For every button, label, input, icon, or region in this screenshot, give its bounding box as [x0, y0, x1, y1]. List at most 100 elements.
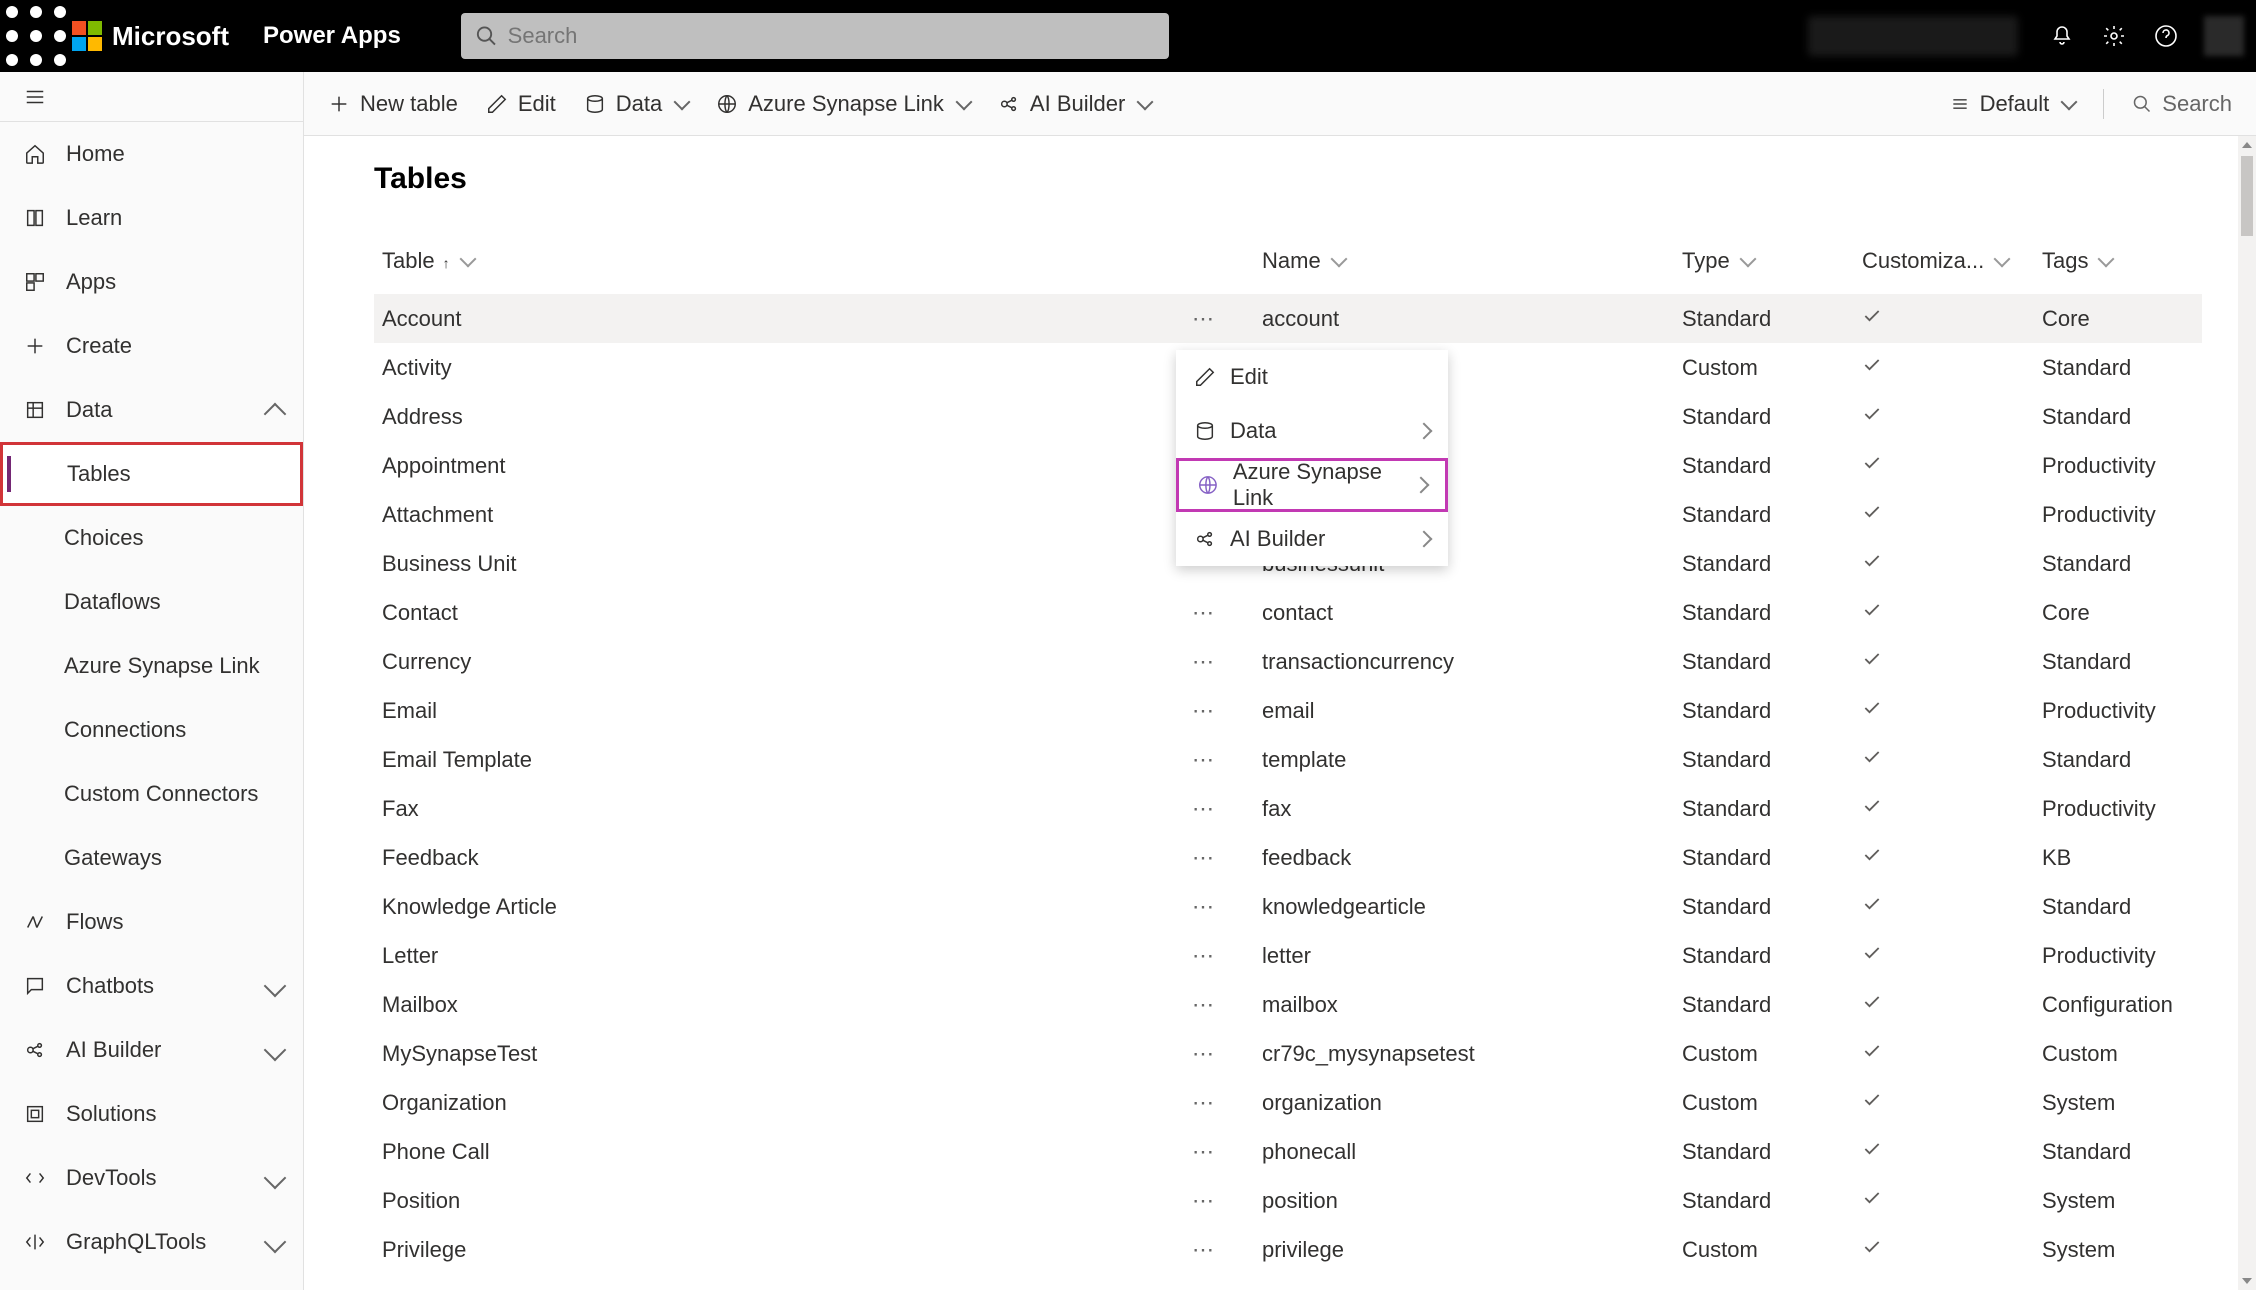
more-actions-icon[interactable]: ⋯ [1192, 796, 1246, 822]
more-actions-icon[interactable]: ⋯ [1192, 845, 1246, 871]
cell-name: mailbox [1254, 980, 1674, 1029]
new-table-button[interactable]: New table [328, 91, 458, 117]
edit-label: Edit [518, 91, 556, 117]
more-actions-icon[interactable]: ⋯ [1192, 306, 1246, 332]
more-actions-icon[interactable]: ⋯ [1192, 698, 1246, 724]
sidebar-subitem-dataflows[interactable]: Dataflows [0, 570, 303, 634]
cell-table: Account [382, 306, 462, 332]
context-edit-label: Edit [1230, 364, 1268, 390]
sidebar-item-create[interactable]: Create [0, 314, 303, 378]
sidebar-item-learn[interactable]: Learn [0, 186, 303, 250]
sidebar-subitem-azure-synapse-link[interactable]: Azure Synapse Link [0, 634, 303, 698]
sidebar-item-ai-builder[interactable]: AI Builder [0, 1018, 303, 1082]
sidebar-item-label: Data [66, 397, 112, 423]
ai-builder-dropdown[interactable]: AI Builder [998, 91, 1151, 117]
table-row[interactable]: Position⋯positionStandardSystem [374, 1176, 2202, 1225]
table-row[interactable]: Contact⋯contactStandardCore [374, 588, 2202, 637]
scroll-down-icon[interactable] [2242, 1278, 2252, 1284]
scroll-thumb[interactable] [2241, 156, 2253, 236]
cell-customizable [1854, 490, 2034, 539]
cell-name: feedback [1254, 833, 1674, 882]
table-row[interactable]: Organization⋯organizationCustomSystem [374, 1078, 2202, 1127]
sidebar-item-data[interactable]: Data [0, 378, 303, 442]
cell-tags: Standard [2034, 637, 2202, 686]
vertical-scrollbar[interactable] [2238, 136, 2256, 1290]
sidebar-collapse-button[interactable] [0, 72, 303, 122]
more-actions-icon[interactable]: ⋯ [1192, 600, 1246, 626]
notifications-button[interactable] [2036, 24, 2088, 48]
sidebar-item-devtools[interactable]: DevTools [0, 1146, 303, 1210]
sidebar-subitem-choices[interactable]: Choices [0, 506, 303, 570]
sidebar-item-chatbots[interactable]: Chatbots [0, 954, 303, 1018]
more-actions-icon[interactable]: ⋯ [1192, 1139, 1246, 1165]
plus-icon [328, 93, 350, 115]
more-actions-icon[interactable]: ⋯ [1192, 747, 1246, 773]
sidebar-item-graphqltools[interactable]: GraphQLTools [0, 1210, 303, 1274]
user-avatar[interactable] [2204, 16, 2244, 56]
more-actions-icon[interactable]: ⋯ [1192, 1188, 1246, 1214]
table-row[interactable]: Letter⋯letterStandardProductivity [374, 931, 2202, 980]
cell-type: Standard [1674, 441, 1854, 490]
sidebar-item-apps[interactable]: Apps [0, 250, 303, 314]
table-row[interactable]: Phone Call⋯phonecallStandardStandard [374, 1127, 2202, 1176]
data-dropdown[interactable]: Data [584, 91, 688, 117]
app-launcher-icon[interactable] [0, 0, 72, 72]
devtools-icon [24, 1167, 46, 1189]
more-actions-icon[interactable]: ⋯ [1192, 1041, 1246, 1067]
cell-name: email [1254, 686, 1674, 735]
context-ai-builder[interactable]: AI Builder [1176, 512, 1448, 566]
cell-name: template [1254, 735, 1674, 784]
sidebar-item-label: Apps [66, 269, 116, 295]
azure-synapse-dropdown[interactable]: Azure Synapse Link [716, 91, 970, 117]
column-header-customizable[interactable]: Customiza... [1854, 236, 2034, 294]
table-row[interactable]: Currency⋯transactioncurrencyStandardStan… [374, 637, 2202, 686]
column-header-type[interactable]: Type [1674, 236, 1854, 294]
more-actions-icon[interactable]: ⋯ [1192, 992, 1246, 1018]
sidebar-subitem-connections[interactable]: Connections [0, 698, 303, 762]
sidebar-subitem-gateways[interactable]: Gateways [0, 826, 303, 890]
cell-table: Appointment [382, 453, 506, 479]
table-row[interactable]: Mailbox⋯mailboxStandardConfiguration [374, 980, 2202, 1029]
column-header-table[interactable]: Table↑ [374, 236, 1254, 294]
context-azure-synapse[interactable]: Azure Synapse Link [1176, 458, 1448, 512]
context-edit[interactable]: Edit [1176, 350, 1448, 404]
cell-table: Knowledge Article [382, 894, 557, 920]
table-search[interactable]: Search [2132, 91, 2232, 117]
global-search-input[interactable] [508, 23, 1155, 49]
more-actions-icon[interactable]: ⋯ [1192, 649, 1246, 675]
settings-button[interactable] [2088, 24, 2140, 48]
cell-table: Contact [382, 600, 458, 626]
environment-selector[interactable] [1808, 16, 2018, 56]
sidebar-item-solutions[interactable]: Solutions [0, 1082, 303, 1146]
scroll-up-icon[interactable] [2242, 142, 2252, 148]
view-selector[interactable]: Default [1950, 91, 2076, 117]
more-actions-icon[interactable]: ⋯ [1192, 1237, 1246, 1263]
more-actions-icon[interactable]: ⋯ [1192, 894, 1246, 920]
sidebar-item-flows[interactable]: Flows [0, 890, 303, 954]
sidebar-subitem-custom-connectors[interactable]: Custom Connectors [0, 762, 303, 826]
sidebar-subitem-tables[interactable]: Tables [0, 442, 303, 506]
column-header-tags[interactable]: Tags [2034, 236, 2202, 294]
help-button[interactable] [2140, 24, 2192, 48]
table-row[interactable]: Email Template⋯templateStandardStandard [374, 735, 2202, 784]
table-row[interactable]: Feedback⋯feedbackStandardKB [374, 833, 2202, 882]
more-actions-icon[interactable]: ⋯ [1192, 1090, 1246, 1116]
more-actions-icon[interactable]: ⋯ [1192, 943, 1246, 969]
global-search[interactable] [461, 13, 1169, 59]
cell-customizable [1854, 343, 2034, 392]
edit-button[interactable]: Edit [486, 91, 556, 117]
table-row[interactable]: MySynapseTest⋯cr79c_mysynapsetestCustomC… [374, 1029, 2202, 1078]
table-row[interactable]: Email⋯emailStandardProductivity [374, 686, 2202, 735]
table-row[interactable]: Account⋯accountStandardCore [374, 294, 2202, 343]
cell-table: Email Template [382, 747, 532, 773]
sidebar-item-label: Home [66, 141, 125, 167]
table-row[interactable]: Knowledge Article⋯knowledgearticleStanda… [374, 882, 2202, 931]
cell-table: MySynapseTest [382, 1041, 537, 1067]
cell-type: Standard [1674, 735, 1854, 784]
sidebar-item-home[interactable]: Home [0, 122, 303, 186]
table-row[interactable]: Fax⋯faxStandardProductivity [374, 784, 2202, 833]
row-context-menu: Edit Data Azure Synapse Link AI Builder [1176, 350, 1448, 566]
table-row[interactable]: Privilege⋯privilegeCustomSystem [374, 1225, 2202, 1274]
column-header-name[interactable]: Name [1254, 236, 1674, 294]
context-data[interactable]: Data [1176, 404, 1448, 458]
